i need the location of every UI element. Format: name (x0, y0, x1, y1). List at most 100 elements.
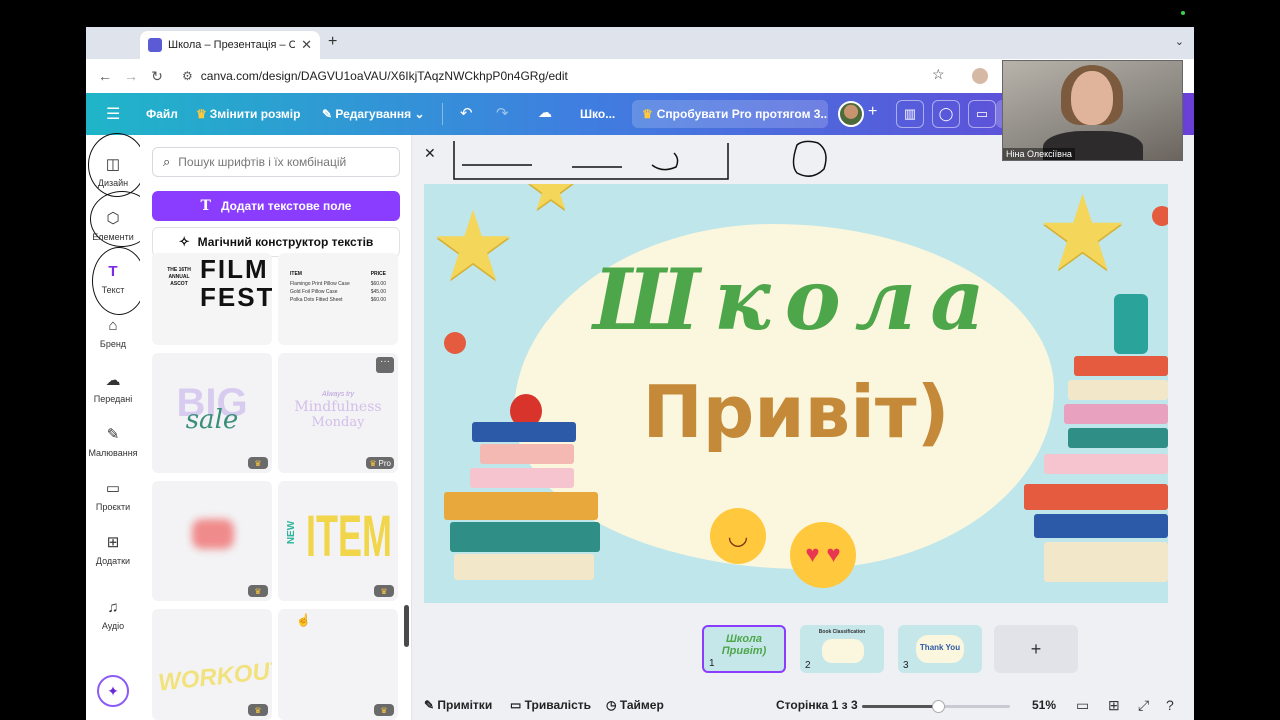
left-rail: ◫ Дизайн ⬡ Елементи T Текст ⌂ Бренд ☁ Пе… (86, 133, 154, 720)
film-small-text: THE 16TH ANNUAL ASCOT (167, 267, 191, 287)
editing-label: Редагування (335, 107, 412, 121)
redo-icon[interactable]: ↷ (496, 104, 509, 122)
undo-icon[interactable]: ↶ (460, 104, 473, 122)
reload-icon[interactable]: ↻ (144, 68, 170, 85)
page-indicator[interactable]: Сторінка 1 з 3 (776, 698, 858, 712)
editing-dropdown[interactable]: ✎ Редагування ⌄ (322, 107, 425, 121)
resize-button[interactable]: ♛ Змінити розмір (196, 107, 300, 121)
add-text-label: Додати текстове поле (220, 199, 352, 213)
add-text-box-button[interactable]: T Додати текстове поле (152, 191, 400, 221)
apps-icon: ⊞ (106, 534, 120, 551)
back-icon[interactable]: ← (92, 68, 118, 84)
forward-icon[interactable]: → (118, 68, 144, 84)
tab-search-chevron-icon[interactable]: ⌄ (1175, 35, 1184, 48)
thumb-number: 2 (805, 660, 811, 671)
site-info-icon[interactable]: ⚙ (182, 69, 193, 83)
cloud-save-icon[interactable]: ☁ (538, 104, 552, 121)
rail-item-draw[interactable]: ✎ Малювання (86, 425, 140, 458)
magic-wand-icon: ✧ (178, 234, 190, 249)
page-thumbnail[interactable]: Школа Привіт) 1 (702, 625, 786, 673)
duration-button[interactable]: ▭ Тривалість (510, 698, 591, 712)
book-decoration (444, 492, 598, 520)
book-decoration (1064, 404, 1168, 424)
rail-item-apps[interactable]: ⊞ Додатки (86, 533, 140, 566)
duration-icon: ▭ (510, 698, 525, 712)
rail-item-brand[interactable]: ⌂ Бренд (86, 317, 140, 349)
more-options-icon[interactable]: ··· (376, 357, 394, 373)
try-pro-button[interactable]: ♛ Спробувати Pro протягом 3... (632, 100, 828, 128)
comment-icon[interactable]: ◯ (932, 100, 960, 128)
thumb-cream-blob (822, 639, 864, 663)
notes-label: Примітки (437, 698, 493, 712)
text-template-price-list[interactable]: ITEM PRICE Flamingo Print Pillow Case $6… (278, 253, 398, 345)
font-search-input[interactable]: ⌕ Пошук шрифтів і їх комбінацій (152, 147, 400, 177)
slide-canvas[interactable]: ★ ★ ★ Школа Привіт) ◡ ♥ ♥ (424, 184, 1168, 603)
zoom-level[interactable]: 51% (1032, 698, 1056, 712)
book-decoration (1024, 484, 1168, 510)
magic-text-label: Магічний конструктор текстів (197, 235, 374, 249)
add-collaborator-icon[interactable]: + (868, 103, 877, 121)
price-head-price: PRICE (370, 271, 386, 277)
header-divider (442, 103, 443, 125)
close-panel-icon[interactable]: ✕ (424, 145, 436, 162)
browser-tab-bar: Школа – Презентація – Canva ✕ + ⌄ (86, 27, 1194, 59)
rail-item-uploads[interactable]: ☁ Передані (86, 371, 140, 404)
pages-view-icon[interactable]: ▭ (1076, 697, 1089, 714)
search-placeholder: Пошук шрифтів і їх комбінацій (178, 155, 347, 169)
draw-icon: ✎ (106, 426, 120, 443)
price-row-value: $60.00 (370, 297, 386, 303)
book-decoration (450, 522, 600, 552)
book-decoration (480, 444, 574, 464)
file-menu[interactable]: Файл (146, 107, 178, 121)
text-template-new-item[interactable]: NEW ITEM ♛ (278, 481, 398, 601)
uploads-icon: ☁ (105, 372, 121, 389)
help-icon[interactable]: ? (1166, 697, 1174, 713)
text-t-icon: T (200, 198, 211, 214)
notes-button[interactable]: ✎ Примітки (424, 698, 492, 712)
rail-label: Проєкти (95, 502, 131, 512)
text-template-workout[interactable]: WORKOUT ♛ (152, 609, 272, 720)
coffee-cup-decoration (1114, 294, 1148, 354)
mindful-text: Mindfulness (294, 399, 382, 415)
rail-item-projects[interactable]: ▭ Проєкти (86, 479, 140, 512)
book-decoration (454, 554, 594, 580)
magic-assistant-icon[interactable]: ✦ (97, 675, 129, 707)
url-field[interactable]: ⚙ canva.com/design/DAGVU1oaVAU/X6IkjTAqz… (176, 64, 956, 88)
present-icon[interactable]: ▭ (968, 100, 996, 128)
pencil-icon: ✎ (322, 107, 336, 121)
text-template-loading[interactable]: ♛ (152, 481, 272, 601)
collaborator-avatar[interactable] (838, 101, 864, 127)
menu-icon[interactable]: ☰ (106, 104, 120, 124)
premium-crown-badge: ♛ (248, 585, 268, 597)
page-thumbnail[interactable]: Thank You 3 (898, 625, 982, 673)
add-page-button[interactable]: + (994, 625, 1078, 673)
price-row-value: $60.00 (370, 281, 386, 287)
duration-label: Тривалість (524, 698, 592, 712)
crown-icon: ♛ (642, 107, 653, 121)
rail-label: Малювання (88, 448, 138, 458)
document-title[interactable]: Шко... (580, 107, 615, 121)
insights-chart-icon[interactable]: ▥ (896, 100, 924, 128)
thumb-text: Book Classification (818, 629, 866, 635)
text-template-film-fest[interactable]: THE 16TH ANNUAL ASCOT FILM FEST (152, 253, 272, 345)
book-decoration (1044, 542, 1168, 582)
fullscreen-icon[interactable]: ⤢ (1138, 697, 1149, 714)
rail-label: Бренд (99, 339, 127, 349)
slide-title[interactable]: Школа (424, 250, 1168, 349)
grid-view-icon[interactable]: ⊞ (1108, 697, 1120, 714)
bookmark-star-icon[interactable]: ☆ (932, 66, 945, 83)
text-template-mindfulness[interactable]: Always try Mindfulness Monday ··· ♛ Pro (278, 353, 398, 473)
text-template-big-sale[interactable]: BIG sale ♛ (152, 353, 272, 473)
rail-item-audio[interactable]: ♫ Аудіо (86, 599, 140, 631)
browser-tab[interactable]: Школа – Презентація – Canva ✕ (140, 31, 320, 59)
page-thumbnail[interactable]: Book Classification 2 (800, 625, 884, 673)
close-tab-icon[interactable]: ✕ (301, 37, 312, 53)
red-ball-decoration (1152, 206, 1168, 226)
profile-avatar[interactable] (972, 68, 988, 84)
zoom-slider-handle[interactable] (932, 700, 946, 713)
new-tab-icon[interactable]: + (328, 33, 337, 51)
search-icon: ⌕ (163, 154, 171, 169)
sale-text: sale (185, 405, 239, 435)
panel-scrollbar[interactable] (404, 605, 409, 647)
timer-button[interactable]: ◷ Таймер (606, 698, 664, 712)
